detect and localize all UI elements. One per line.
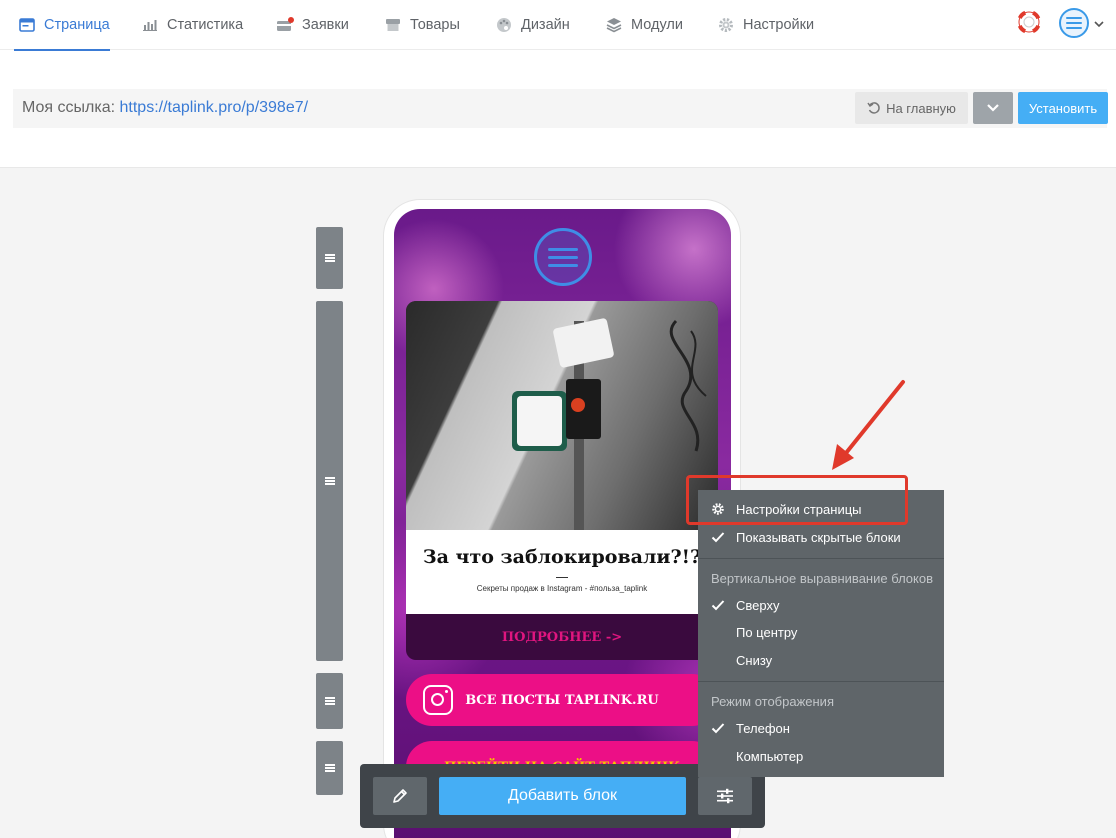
install-button[interactable]: Установить — [1018, 92, 1108, 124]
profile-avatar[interactable] — [534, 228, 592, 286]
display-mode-section-header: Режим отображения — [711, 694, 834, 709]
products-icon — [384, 16, 402, 34]
menu-divider — [698, 558, 944, 559]
block-drag-handle[interactable] — [316, 741, 343, 795]
orders-icon — [276, 16, 294, 34]
undo-icon — [867, 102, 880, 114]
menu-item-valign-center[interactable]: По центру — [698, 619, 944, 645]
page-options-button[interactable] — [698, 777, 752, 815]
street-sign-photo — [406, 301, 718, 530]
divider — [556, 577, 568, 578]
menu-item-mode-phone[interactable]: Телефон — [698, 715, 944, 741]
tab-modules[interactable]: Модули — [605, 0, 683, 50]
pencil-icon — [393, 789, 407, 803]
gear-icon — [717, 16, 735, 34]
tab-design[interactable]: Дизайн — [495, 0, 570, 50]
tab-orders[interactable]: Заявки — [276, 0, 349, 50]
post-card-text: За что заблокировали?!? Секреты продаж в… — [406, 530, 718, 614]
checkmark-icon — [711, 600, 725, 611]
menu-item-mode-desktop[interactable]: Компьютер — [698, 743, 944, 769]
annotation-arrow-icon — [832, 380, 905, 470]
drag-handle-icon — [324, 477, 335, 485]
edit-button[interactable] — [373, 777, 427, 815]
block-drag-handle[interactable] — [316, 227, 343, 289]
chevron-down-icon[interactable] — [1094, 16, 1104, 28]
page-options-menu: Настройки страницы Показывать скрытые бл… — [698, 490, 944, 777]
account-menu-icon[interactable] — [1058, 7, 1090, 39]
menu-item-valign-top[interactable]: Сверху — [698, 592, 944, 618]
sliders-icon — [717, 788, 733, 804]
valign-section-header: Вертикальное выравнивание блоков — [711, 571, 933, 586]
tab-label: Дизайн — [521, 17, 570, 33]
tab-label: Страница — [44, 17, 110, 33]
add-block-button[interactable]: Добавить блок — [439, 777, 686, 815]
link-options-dropdown-button[interactable] — [973, 92, 1013, 124]
checkmark-icon — [711, 723, 725, 734]
menu-lines-icon — [548, 255, 578, 259]
page-icon — [18, 16, 36, 34]
more-link[interactable]: ПОДРОБНЕЕ -> — [406, 614, 718, 660]
tab-label: Настройки — [743, 17, 815, 33]
tab-label: Товары — [410, 17, 460, 33]
tab-settings[interactable]: Настройки — [717, 0, 814, 50]
menu-item-show-hidden-blocks[interactable]: Показывать скрытые блоки — [698, 524, 944, 550]
checkmark-icon — [711, 532, 725, 543]
modules-icon — [605, 16, 623, 34]
my-link-label: Моя ссылка: https://taplink.pro/p/398e7/ — [22, 99, 309, 116]
drag-handle-icon — [324, 764, 335, 772]
post-title: За что заблокировали?!? — [422, 546, 702, 568]
help-lifebuoy-icon[interactable] — [1017, 9, 1041, 34]
post-subtitle: Секреты продаж в Instagram - #польза_tap… — [476, 584, 648, 593]
menu-item-valign-bottom[interactable]: Снизу — [698, 647, 944, 673]
stats-icon — [141, 16, 159, 34]
tab-label: Заявки — [302, 17, 349, 33]
chevron-down-icon — [987, 104, 999, 112]
instagram-icon — [423, 685, 453, 715]
top-navigation: Страница Статистика Заявки Товары Дизайн… — [0, 0, 1116, 51]
tab-label: Статистика — [167, 17, 244, 33]
instagram-posts-button[interactable]: ВСЕ ПОСТЫ TAPLINK.RU — [406, 674, 718, 726]
highlight-box — [686, 475, 908, 525]
drag-handle-icon — [324, 697, 335, 705]
post-card-block[interactable]: За что заблокировали?!? Секреты продаж в… — [406, 301, 718, 660]
menu-divider — [698, 681, 944, 682]
block-drag-handle[interactable] — [316, 673, 343, 729]
drag-handle-icon — [324, 254, 335, 262]
page-url-link[interactable]: https://taplink.pro/p/398e7/ — [120, 99, 309, 116]
tab-page[interactable]: Страница — [14, 0, 110, 51]
go-home-button[interactable]: На главную — [855, 92, 968, 124]
tab-statistics[interactable]: Статистика — [141, 0, 243, 50]
tab-label: Модули — [631, 17, 683, 33]
tab-products[interactable]: Товары — [384, 0, 460, 50]
block-drag-handle[interactable] — [316, 301, 343, 661]
palette-icon — [495, 16, 513, 34]
